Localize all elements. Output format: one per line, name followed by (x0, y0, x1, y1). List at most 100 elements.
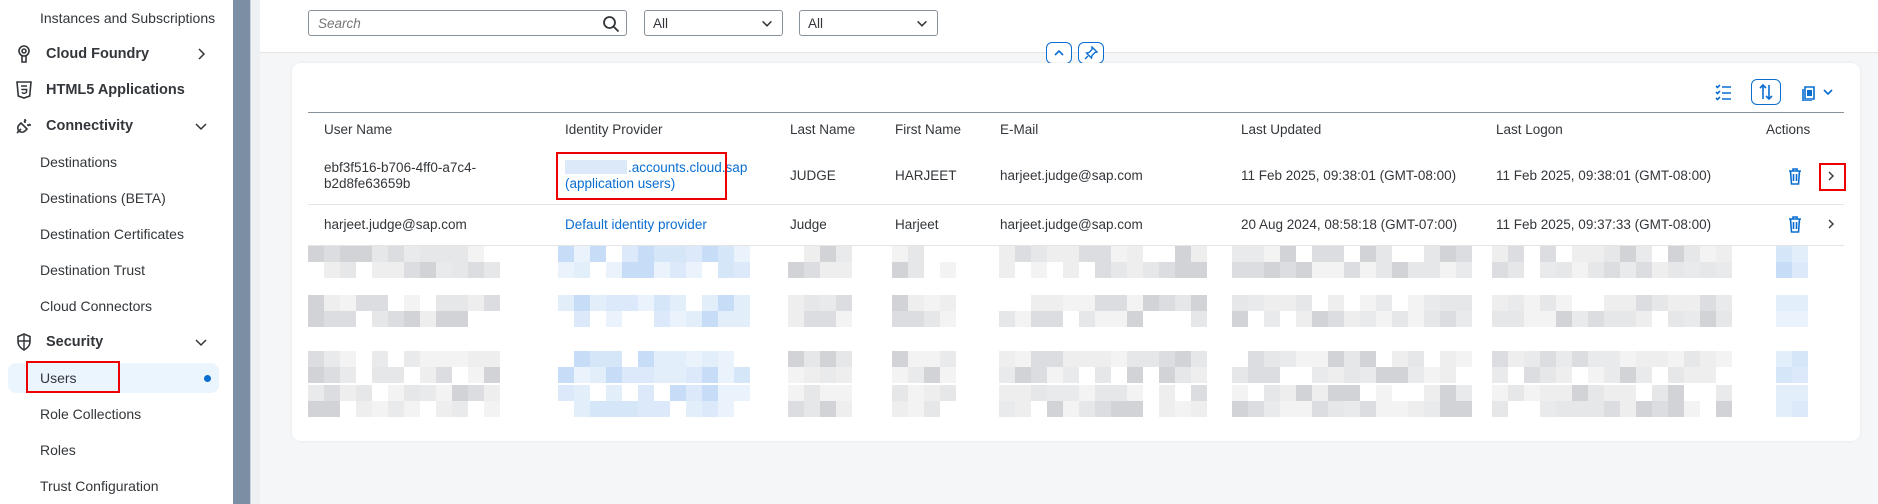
redacted-pixel (686, 385, 702, 401)
nav-destinations[interactable]: Destinations (0, 147, 233, 177)
redacted-pixel (734, 385, 750, 401)
filter-select-1[interactable]: All (644, 10, 783, 36)
redacted-pixel (324, 262, 340, 278)
collapse-header-button[interactable] (1046, 42, 1072, 64)
redacted-pixel (1572, 246, 1588, 262)
redacted-pixel (1508, 262, 1524, 278)
sidebar-splitter[interactable] (233, 0, 250, 504)
redacted-pixel (558, 385, 574, 401)
user-name-line2: b2d8fe63659b (324, 176, 411, 191)
nav-label: HTML5 Applications (46, 82, 185, 98)
cell-last-name: Judge (790, 217, 827, 232)
column-header-user-name[interactable]: User Name (324, 122, 392, 137)
navigate-chevron-right-icon[interactable] (1821, 214, 1841, 234)
nav-roles[interactable]: Roles (0, 435, 233, 465)
redacted-pixel (1312, 385, 1328, 401)
redacted-pixel (1588, 246, 1604, 262)
redacted-pixel (1127, 401, 1143, 417)
column-header-last-name[interactable]: Last Name (790, 122, 855, 137)
redacted-pixel (638, 295, 654, 311)
redacted-pixel (892, 311, 908, 327)
sort-button[interactable] (1751, 79, 1781, 105)
column-header-last-logon[interactable]: Last Logon (1496, 122, 1563, 137)
redacted-pixel (1296, 295, 1312, 311)
nav-destination-trust[interactable]: Destination Trust (0, 255, 233, 285)
search-input[interactable] (309, 11, 589, 35)
cell-identity-provider-link[interactable]: Default identity provider (565, 217, 707, 233)
redacted-pixel (308, 401, 324, 417)
redacted-pixel (1360, 351, 1376, 367)
nav-instances-subscriptions[interactable]: Instances and Subscriptions (0, 3, 233, 33)
redacted-pixel (574, 367, 590, 383)
nav-security[interactable]: Security (0, 327, 233, 357)
redacted-pixel (1095, 311, 1111, 327)
header-toggle-buttons (1046, 42, 1104, 64)
redacted-pixel (468, 385, 484, 401)
nav-role-collections[interactable]: Role Collections (0, 399, 233, 429)
redacted-pixel (1159, 295, 1175, 311)
redacted-pixel (1248, 401, 1264, 417)
redacted-pixel (892, 401, 908, 417)
redacted-pixel (1572, 385, 1588, 401)
redacted-pixel (836, 311, 852, 327)
redacted-pixel (1636, 295, 1652, 311)
redacted-pixel (1636, 351, 1652, 367)
search-field[interactable] (308, 10, 627, 36)
redacted-pixel (372, 351, 388, 367)
pin-header-button[interactable] (1078, 42, 1104, 64)
nav-destination-certificates[interactable]: Destination Certificates (0, 219, 233, 249)
redacted-pixel (340, 385, 356, 401)
redacted-pixel (1668, 385, 1684, 401)
redacted-pixel (1440, 401, 1456, 417)
redacted-pixel (1248, 351, 1264, 367)
redacted-pixel (1392, 351, 1408, 367)
redacted-pixel (1328, 385, 1344, 401)
redacted-pixel (1424, 385, 1440, 401)
redacted-pixel (1360, 262, 1376, 278)
redacted-pixel (654, 295, 670, 311)
redacted-pixel (1296, 351, 1312, 367)
redacted-pixel (1312, 262, 1328, 278)
column-header-first-name[interactable]: First Name (895, 122, 961, 137)
nav-html5-applications[interactable]: HTML5 Applications (0, 75, 233, 105)
column-header-identity-provider[interactable]: Identity Provider (565, 122, 663, 137)
filter-select-2[interactable]: All (799, 10, 938, 36)
nav-trust-configuration[interactable]: Trust Configuration (0, 471, 233, 501)
redacted-pixel (686, 367, 702, 383)
redacted-pixel (638, 367, 654, 383)
connectivity-plug-icon (14, 116, 34, 136)
user-name-line1: ebf3f516-b706-4ff0-a7c4- (324, 160, 477, 175)
redacted-pixel (1127, 367, 1143, 383)
nav-cloud-foundry[interactable]: Cloud Foundry (0, 39, 233, 69)
redacted-pixel (574, 385, 590, 401)
redacted-pixel (836, 367, 852, 383)
redacted-pixel (1668, 351, 1684, 367)
nav-destinations-beta[interactable]: Destinations (BETA) (0, 183, 233, 213)
redacted-pixel (1063, 367, 1079, 383)
redacted-pixel (420, 311, 436, 327)
redacted-pixel (734, 367, 750, 383)
select-columns-button[interactable] (1713, 79, 1733, 105)
redacted-pixel (1360, 311, 1376, 327)
redacted-pixel (1620, 401, 1636, 417)
redacted-pixel (1264, 246, 1280, 262)
delete-icon[interactable] (1785, 166, 1805, 186)
redacted-pixel (1684, 311, 1700, 327)
nav-connectivity[interactable]: Connectivity (0, 111, 233, 141)
redacted-pixel (1424, 311, 1440, 327)
redacted-pixel (1556, 385, 1572, 401)
column-header-email[interactable]: E-Mail (1000, 122, 1038, 137)
export-menu-button[interactable] (1797, 79, 1837, 105)
redacted-pixel (820, 367, 836, 383)
redacted-pixel (324, 351, 340, 367)
redacted-pixel (999, 262, 1015, 278)
redacted-pixel (892, 295, 908, 311)
redacted-pixel (1031, 295, 1047, 311)
column-header-last-updated[interactable]: Last Updated (1241, 122, 1321, 137)
redacted-pixel (1588, 401, 1604, 417)
search-icon[interactable] (602, 15, 620, 33)
nav-cloud-connectors[interactable]: Cloud Connectors (0, 291, 233, 321)
delete-icon[interactable] (1785, 214, 1805, 234)
redacted-pixel (1047, 401, 1063, 417)
redacted-pixel (1620, 385, 1636, 401)
